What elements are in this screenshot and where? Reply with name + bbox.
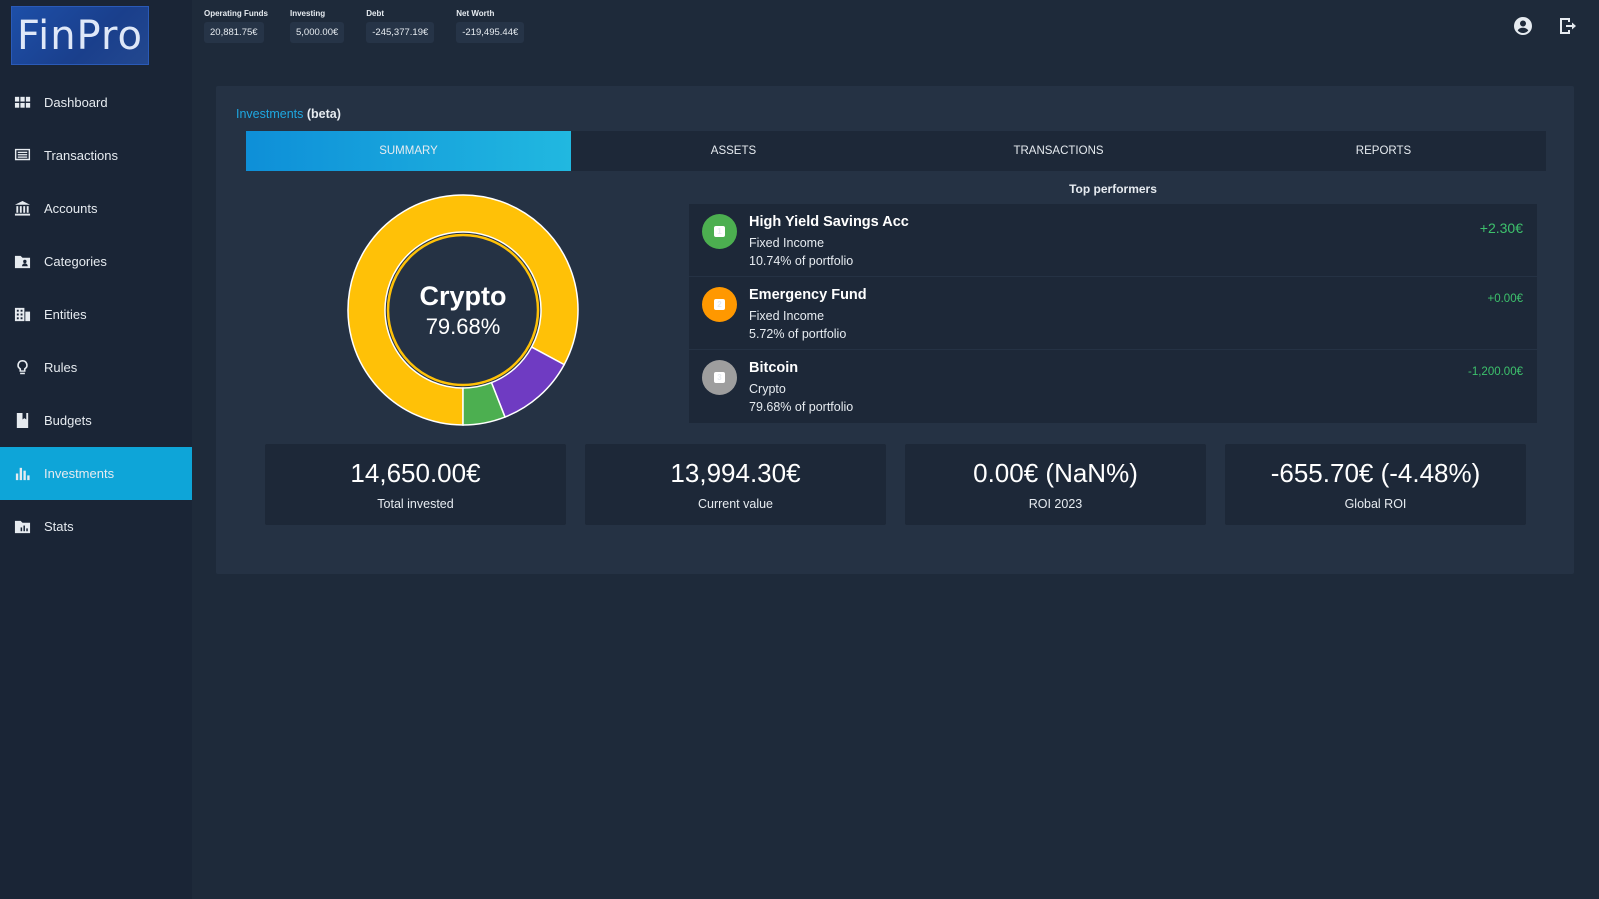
asset-delta: +2.30€ <box>1479 220 1523 236</box>
sidebar-item-accounts[interactable]: Accounts <box>0 182 192 235</box>
sidebar-item-rules[interactable]: Rules <box>0 341 192 394</box>
logout-icon[interactable] <box>1557 16 1577 41</box>
sidebar-item-label: Dashboard <box>44 95 108 110</box>
stat-label: Net Worth <box>456 9 495 18</box>
card-roi-year: 0.00€ (NaN%) ROI 2023 <box>905 444 1206 525</box>
card-label: Total invested <box>377 497 454 511</box>
folder-chart-icon <box>13 518 31 536</box>
folder-user-icon <box>13 253 31 271</box>
asset-type: Crypto <box>749 382 786 396</box>
stat-label: Debt <box>366 9 385 18</box>
card-total-invested: 14,650.00€ Total invested <box>265 444 566 525</box>
asset-name: High Yield Savings Acc <box>749 214 909 230</box>
breadcrumb: Investments (beta) <box>236 107 341 121</box>
sidebar-item-label: Investments <box>44 466 115 481</box>
card-current-value: 13,994.30€ Current value <box>585 444 886 525</box>
tab-assets[interactable]: ASSETS <box>571 131 896 171</box>
stat-net-worth: Net Worth -219,495.44€ <box>456 9 525 43</box>
rank-number: 3 <box>714 372 725 383</box>
bar-chart-icon <box>13 465 31 483</box>
top-icons <box>1513 16 1577 41</box>
book-icon <box>13 412 31 430</box>
sidebar-item-label: Accounts <box>44 201 98 216</box>
app-logo[interactable]: FinPro <box>11 6 149 65</box>
building-icon <box>13 306 31 324</box>
card-global-roi: -655.70€ (-4.48%) Global ROI <box>1225 444 1526 525</box>
card-value: 0.00€ (NaN%) <box>973 458 1138 488</box>
asset-portfolio-share: 5.72% of portfolio <box>749 327 847 341</box>
sidebar-item-categories[interactable]: Categories <box>0 235 192 288</box>
sidebar-item-label: Budgets <box>44 413 92 428</box>
sidebar-item-label: Entities <box>44 307 87 322</box>
sidebar-item-stats[interactable]: Stats <box>0 500 192 553</box>
card-label: Current value <box>697 497 774 511</box>
top-stats-bar: Operating Funds 20,881.75€ Investing 5,0… <box>204 9 546 43</box>
sidebar-item-budgets[interactable]: Budgets <box>0 394 192 447</box>
list-item[interactable]: 1 High Yield Savings Acc Fixed Income 10… <box>689 204 1537 277</box>
asset-portfolio-share: 10.74% of portfolio <box>749 254 854 268</box>
stat-value: 5,000.00€ <box>290 22 345 43</box>
stat-value: -245,377.19€ <box>366 22 435 43</box>
stat-debt: Debt -245,377.19€ <box>366 9 435 43</box>
lightbulb-icon <box>13 359 31 377</box>
list-item[interactable]: 2 Emergency Fund Fixed Income 5.72% of p… <box>689 277 1537 350</box>
stat-value: 20,881.75€ <box>204 22 264 43</box>
rank-badge: 2 <box>702 287 737 322</box>
sidebar-item-label: Categories <box>44 254 107 269</box>
card-value: 14,650.00€ <box>350 458 481 488</box>
top-performers-list: 1 High Yield Savings Acc Fixed Income 10… <box>689 204 1537 423</box>
stat-value: -219,495.44€ <box>456 22 525 43</box>
sidebar: FinPro Dashboard Transactions Accounts C… <box>0 0 192 899</box>
sidebar-item-investments[interactable]: Investments <box>0 447 192 500</box>
summary-cards: 14,650.00€ Total invested 13,994.30€ Cur… <box>265 444 1526 525</box>
asset-type: Fixed Income <box>749 236 825 250</box>
sidebar-item-dashboard[interactable]: Dashboard <box>0 76 192 129</box>
breadcrumb-link[interactable]: Investments <box>236 107 303 121</box>
sidebar-item-label: Rules <box>44 360 78 375</box>
account-circle-icon[interactable] <box>1513 16 1533 41</box>
rank-badge: 3 <box>702 360 737 395</box>
asset-delta: -1,200.00€ <box>1468 366 1523 378</box>
asset-type: Fixed Income <box>749 309 825 323</box>
sidebar-item-label: Transactions <box>44 148 118 163</box>
asset-name: Bitcoin <box>749 360 799 376</box>
asset-portfolio-share: 79.68% of portfolio <box>749 400 854 414</box>
tab-transactions[interactable]: TRANSACTIONS <box>896 131 1221 171</box>
investments-panel: Investments (beta) SUMMARY ASSETS TRANSA… <box>216 86 1574 574</box>
allocation-donut-chart[interactable] <box>343 190 583 430</box>
card-label: Global ROI <box>1344 497 1407 511</box>
card-value: 13,994.30€ <box>670 458 801 488</box>
sidebar-item-entities[interactable]: Entities <box>0 288 192 341</box>
tab-summary[interactable]: SUMMARY <box>246 131 571 171</box>
tab-reports[interactable]: REPORTS <box>1221 131 1546 171</box>
asset-name: Emergency Fund <box>749 287 867 303</box>
asset-delta: +0.00€ <box>1487 293 1524 305</box>
stat-operating-funds: Operating Funds 20,881.75€ <box>204 9 268 43</box>
sidebar-item-transactions[interactable]: Transactions <box>0 129 192 182</box>
list-item[interactable]: 3 Bitcoin Crypto 79.68% of portfolio -1,… <box>689 350 1537 423</box>
rank-number: 1 <box>714 226 725 237</box>
card-label: ROI 2023 <box>1028 497 1083 511</box>
rank-badge: 1 <box>702 214 737 249</box>
grid-icon <box>13 94 31 112</box>
donut-highlight-ring <box>386 233 540 387</box>
sidebar-nav: Dashboard Transactions Accounts Categori… <box>0 76 192 553</box>
rank-number: 2 <box>714 299 725 310</box>
breadcrumb-suffix: (beta) <box>306 107 341 121</box>
sidebar-item-label: Stats <box>44 519 74 534</box>
card-value: -655.70€ (-4.48%) <box>1270 458 1481 488</box>
list-icon <box>13 147 31 165</box>
bank-icon <box>13 200 31 218</box>
stat-label: Operating Funds <box>204 9 268 18</box>
stat-label: Investing <box>290 9 326 18</box>
top-performers-title: Top performers <box>1069 182 1157 196</box>
stat-investing: Investing 5,000.00€ <box>290 9 345 43</box>
tab-bar: SUMMARY ASSETS TRANSACTIONS REPORTS <box>246 131 1546 171</box>
